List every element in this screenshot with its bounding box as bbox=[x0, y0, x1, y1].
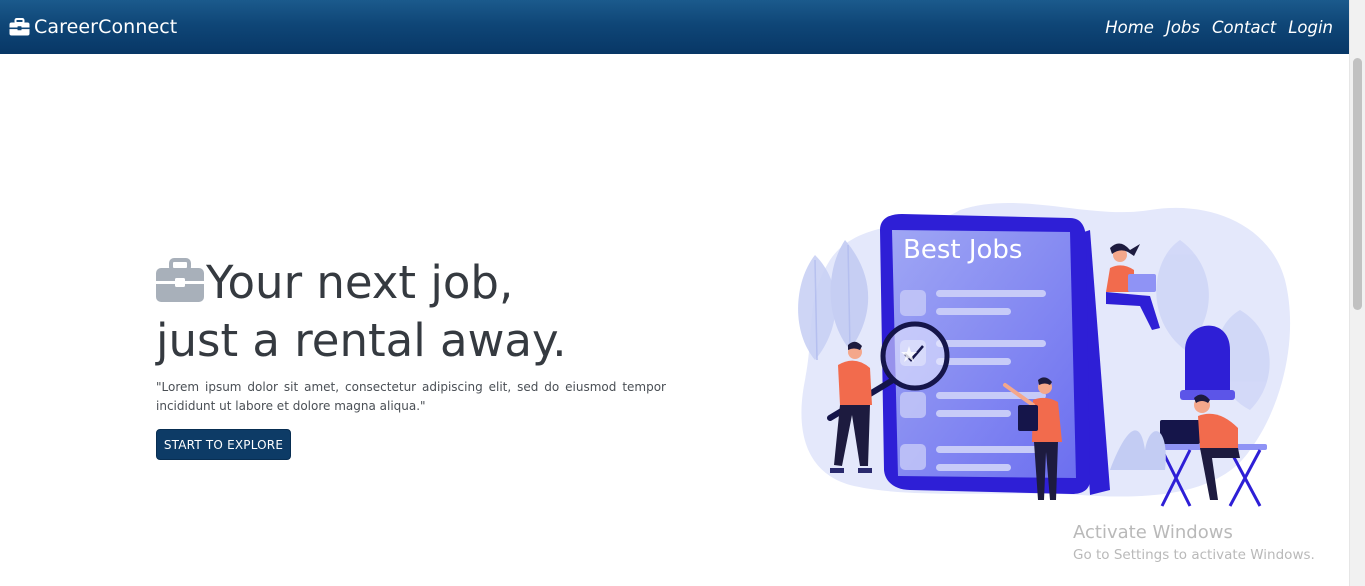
navbar: CareerConnect Home Jobs Contact Login bbox=[0, 0, 1349, 54]
scrollbar-thumb[interactable] bbox=[1353, 58, 1362, 310]
nav-contact[interactable]: Contact bbox=[1212, 18, 1276, 37]
document-heading: Best Jobs bbox=[903, 235, 1022, 265]
briefcase-icon bbox=[156, 258, 204, 302]
nav-home[interactable]: Home bbox=[1105, 18, 1154, 37]
windows-watermark-title: Activate Windows bbox=[1073, 522, 1233, 543]
briefcase-icon bbox=[9, 18, 30, 36]
nav-links: Home Jobs Contact Login bbox=[1105, 18, 1333, 37]
brand-link[interactable]: CareerConnect bbox=[9, 16, 177, 38]
best-jobs-illustration: Best Jobs bbox=[798, 202, 1291, 507]
hero-title-line-2: just a rental away. bbox=[156, 314, 567, 367]
nav-jobs[interactable]: Jobs bbox=[1166, 18, 1200, 37]
nav-login[interactable]: Login bbox=[1288, 18, 1333, 37]
hero-title-line-1: Your next job, bbox=[156, 254, 567, 312]
hero-title: Your next job, just a rental away. bbox=[156, 254, 567, 370]
hero-title-text-1: Your next job, bbox=[206, 256, 514, 309]
brand-name: CareerConnect bbox=[34, 16, 178, 38]
windows-watermark-subtitle: Go to Settings to activate Windows. bbox=[1073, 547, 1315, 563]
page-scrollbar[interactable] bbox=[1349, 0, 1365, 586]
start-to-explore-button[interactable]: START TO EXPLORE bbox=[156, 429, 291, 460]
hero-description: "Lorem ipsum dolor sit amet, consectetur… bbox=[156, 380, 666, 413]
